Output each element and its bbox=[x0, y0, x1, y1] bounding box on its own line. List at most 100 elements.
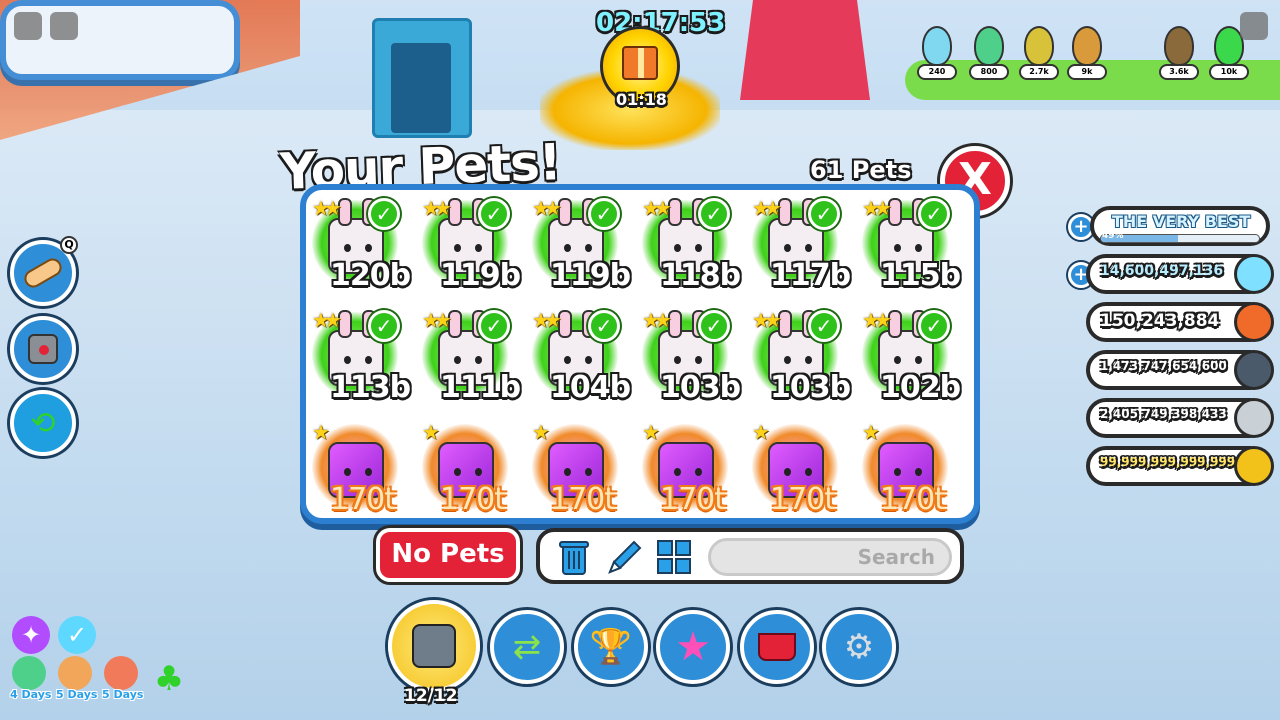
currency-counter[interactable]: 14,600,497,136 bbox=[1086, 254, 1274, 294]
pet-slot[interactable]: ★★ ✓ 103b bbox=[746, 304, 856, 414]
pet-slot[interactable]: ★★ ✓ 115b bbox=[856, 192, 966, 302]
currency-value: 14,600,497,136 bbox=[1100, 263, 1224, 279]
trophy-icon: 🏆 bbox=[589, 627, 633, 667]
pet-slot[interactable]: ★★ ✓ 117b bbox=[746, 192, 856, 302]
egg-price: 240 bbox=[917, 64, 957, 80]
pet-slot[interactable]: ★ 170t bbox=[636, 416, 746, 526]
search-input[interactable] bbox=[708, 538, 952, 576]
currency-value: 2,405,749,398,433 bbox=[1100, 407, 1227, 421]
potion-buff-icon[interactable] bbox=[104, 656, 138, 690]
pet-value: 104b bbox=[550, 370, 631, 405]
pet-slot[interactable]: ★★ ✓ 119b bbox=[526, 192, 636, 302]
buff-duration: 4 Days bbox=[10, 688, 52, 701]
currency-counter[interactable]: 99,999,999,999,999 bbox=[1086, 446, 1274, 486]
egg-icon bbox=[974, 26, 1004, 66]
equipped-check-icon: ✓ bbox=[588, 310, 620, 342]
pet-slot[interactable]: ★ 170t bbox=[306, 416, 416, 526]
paw-coin-icon bbox=[1234, 350, 1274, 390]
settings-gear-icon: ⚙ bbox=[843, 627, 875, 667]
pet-slot[interactable]: ★★ ✓ 103b bbox=[636, 304, 746, 414]
rainbow-coin-icon bbox=[1234, 302, 1274, 342]
green-arrows-icon: ⟲ bbox=[30, 405, 56, 441]
pet-value: 118b bbox=[660, 258, 741, 293]
pet-slot[interactable]: ★★ ✓ 104b bbox=[526, 304, 636, 414]
pet-slot[interactable]: ★ 170t bbox=[526, 416, 636, 526]
pet-slot[interactable]: ★ 170t bbox=[746, 416, 856, 526]
currency-value: 1,473,747,654,600 bbox=[1100, 359, 1227, 373]
pet-value: 113b bbox=[330, 370, 411, 405]
magic-buff-icon[interactable]: ✦ bbox=[12, 616, 50, 654]
teleport-button[interactable]: ⟲ bbox=[10, 390, 76, 456]
potion-icon bbox=[21, 255, 65, 291]
egg-price: 10k bbox=[1209, 64, 1249, 80]
rarity-stars-icon: ★★ bbox=[312, 196, 342, 220]
rarity-stars-icon: ★★ bbox=[642, 308, 672, 332]
egg-icon bbox=[1024, 26, 1054, 66]
trash-icon[interactable] bbox=[554, 538, 594, 578]
trade-nav-button[interactable]: ⇄ bbox=[490, 610, 564, 684]
buff-duration: 5 Days bbox=[56, 688, 98, 701]
pet-slot[interactable]: ★★ ✓ 102b bbox=[856, 304, 966, 414]
pet-slot[interactable]: ★★ ✓ 120b bbox=[306, 192, 416, 302]
pet-grid: ★★ ✓ 120b ★★ ✓ 119b ★★ ✓ 119b ★★ ✓ 118b ★★ ✓ 117b ★★ ✓ 11… bbox=[306, 192, 970, 526]
rarity-stars-icon: ★ bbox=[312, 420, 330, 444]
equipped-check-icon: ✓ bbox=[478, 310, 510, 342]
egg-icon bbox=[1164, 26, 1194, 66]
silver-paw-coin-icon bbox=[1234, 398, 1274, 438]
pet-slot[interactable]: ★ 170t bbox=[856, 416, 966, 526]
rank-progress-bar bbox=[1100, 234, 1260, 243]
currency-counter[interactable]: 1,473,747,654,600 bbox=[1086, 350, 1274, 390]
pet-count: 61 Pets bbox=[810, 156, 912, 184]
hotkey-q-badge: Q bbox=[60, 236, 78, 254]
equipped-check-icon: ✓ bbox=[918, 310, 950, 342]
pet-slot[interactable]: ★★ ✓ 119b bbox=[416, 192, 526, 302]
roblox-menu-icon[interactable] bbox=[14, 12, 42, 40]
potion-buff-icon[interactable] bbox=[12, 656, 46, 690]
pet-value: 170t bbox=[440, 482, 506, 517]
more-options-icon[interactable] bbox=[1240, 12, 1268, 40]
equipped-check-icon: ✓ bbox=[808, 310, 840, 342]
rank-progress[interactable]: THE VERY BEST 49% bbox=[1090, 206, 1270, 246]
pet-value: 170t bbox=[880, 482, 946, 517]
currency-counter[interactable]: 150,243,884 bbox=[1086, 302, 1274, 342]
verified-buff-icon[interactable]: ✓ bbox=[58, 616, 96, 654]
rarity-stars-icon: ★ bbox=[422, 420, 440, 444]
red-carpet bbox=[740, 0, 870, 100]
trade-icon: ⇄ bbox=[512, 627, 542, 667]
equipped-check-icon: ✓ bbox=[698, 198, 730, 230]
pet-slot[interactable]: ★★ ✓ 113b bbox=[306, 304, 416, 414]
pencil-icon[interactable] bbox=[604, 538, 644, 578]
egg-price: 3.6k bbox=[1159, 64, 1199, 80]
pet-value: 111b bbox=[440, 370, 521, 405]
auto-clicker-button[interactable] bbox=[10, 316, 76, 382]
potion-buff-icon[interactable] bbox=[58, 656, 92, 690]
rarity-stars-icon: ★★ bbox=[422, 196, 452, 220]
inventory-toolbar bbox=[536, 528, 964, 584]
trophy-nav-button[interactable]: 🏆 bbox=[574, 610, 648, 684]
settings-nav-button[interactable]: ⚙ bbox=[822, 610, 896, 684]
currency-value: 150,243,884 bbox=[1100, 311, 1220, 331]
grid-icon[interactable] bbox=[654, 538, 694, 578]
rarity-stars-icon: ★★ bbox=[532, 308, 562, 332]
buff-duration: 5 Days bbox=[102, 688, 144, 701]
egg-icon bbox=[922, 26, 952, 66]
star-nav-button[interactable]: ★ bbox=[656, 610, 730, 684]
equipped-check-icon: ✓ bbox=[918, 198, 950, 230]
clover-buff-icon[interactable]: ♣ bbox=[150, 659, 188, 699]
unequip-all-button[interactable]: No Pets bbox=[376, 528, 520, 582]
pet-slot[interactable]: ★★ ✓ 118b bbox=[636, 192, 746, 302]
pet-value: 120b bbox=[330, 258, 411, 293]
pet-value: 102b bbox=[880, 370, 961, 405]
currency-counter[interactable]: 2,405,749,398,433 bbox=[1086, 398, 1274, 438]
pet-value: 119b bbox=[440, 258, 521, 293]
gift-timer: 01:18 bbox=[616, 90, 667, 109]
pets-nav-button[interactable] bbox=[388, 600, 480, 692]
pet-slot[interactable]: ★ 170t bbox=[416, 416, 526, 526]
pet-slot[interactable]: ★★ ✓ 111b bbox=[416, 304, 526, 414]
chat-icon[interactable] bbox=[50, 12, 78, 40]
egg-price: 800 bbox=[969, 64, 1009, 80]
rarity-stars-icon: ★★ bbox=[532, 196, 562, 220]
pet-value: 170t bbox=[330, 482, 396, 517]
pet-value: 115b bbox=[880, 258, 961, 293]
shop-nav-button[interactable] bbox=[740, 610, 814, 684]
